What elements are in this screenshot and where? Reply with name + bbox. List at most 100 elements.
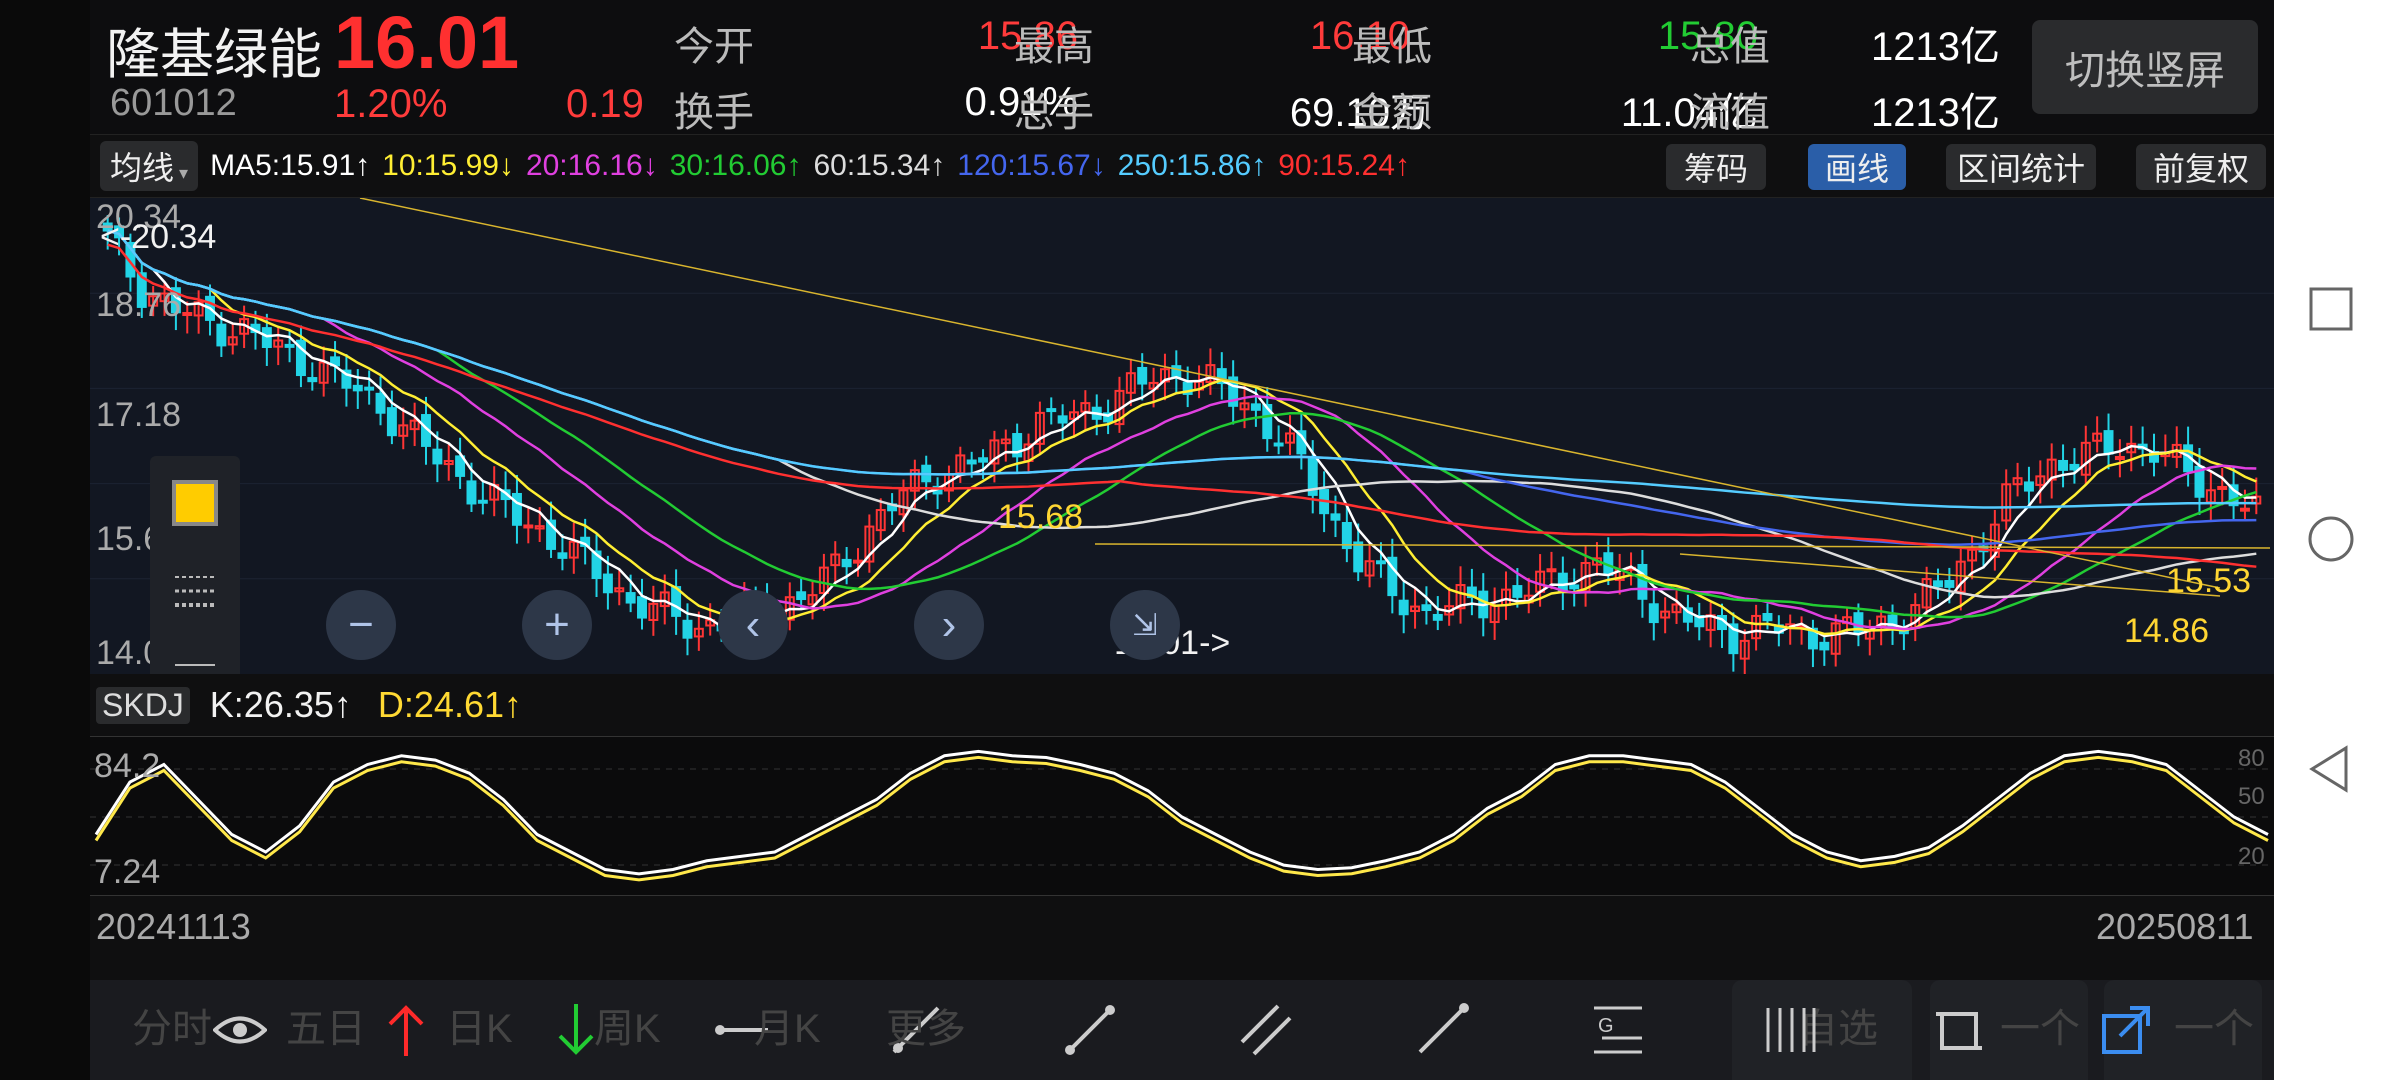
candle-body	[261, 327, 272, 348]
change-amount: 0.19	[566, 82, 644, 126]
kdj-axis-bottom: 7.24	[94, 853, 161, 891]
chevron-right-icon: ›	[941, 600, 957, 649]
ma-item-0: MA5:15.91↑	[210, 149, 371, 182]
kdj-axis-top: 84.2	[94, 747, 161, 785]
candle-body	[284, 343, 295, 348]
candle-body	[1933, 580, 1943, 588]
scroll-right-button[interactable]: ›	[914, 590, 984, 660]
tab-intraday[interactable]: 分时	[132, 996, 212, 1054]
ma-selector[interactable]: 均线 ▾	[100, 141, 199, 191]
candle-body	[841, 558, 852, 568]
volume-label: 总手	[1014, 91, 1094, 135]
candle-body	[1330, 513, 1341, 521]
draw-line-button[interactable]: 画线	[1808, 144, 1906, 190]
plus-icon: +	[544, 600, 570, 649]
system-nav-bar	[2274, 0, 2388, 1080]
kdj-chart[interactable]: 84.2 7.24 80 50 20	[90, 736, 2274, 896]
kdj-axis-50: 50	[2238, 783, 2265, 810]
candle-body	[1250, 403, 1261, 411]
eye-icon[interactable]	[210, 1000, 270, 1060]
chips-button[interactable]: 筹码	[1666, 144, 1766, 190]
up-arrow-icon[interactable]	[376, 1000, 436, 1060]
candle-body	[432, 448, 443, 465]
tab-two-label: 一个	[2174, 1007, 2254, 1051]
candle-body	[602, 573, 613, 594]
candlestick-chart[interactable]: 20.34 18.76 17.18 15.60 14.01 <-20.34 14…	[90, 198, 2274, 674]
stock-name: 隆基绿能	[106, 25, 322, 85]
ma-item-4: 60:15.34↑	[813, 149, 946, 182]
candle-body	[853, 559, 863, 564]
tab-monthly-k[interactable]: 月K	[754, 996, 821, 1054]
line-style-button[interactable]	[168, 564, 222, 618]
high-label: 最高	[1014, 25, 1094, 69]
trend-line-icon[interactable]	[1060, 1000, 1120, 1060]
axis-price-2: 18.76	[96, 286, 182, 324]
gann-tool-icon[interactable]: G	[1588, 1000, 1648, 1060]
scroll-left-button[interactable]: ‹	[718, 590, 788, 660]
kdj-axis-80: 80	[2238, 745, 2265, 772]
home-icon[interactable]	[2306, 514, 2356, 564]
candle-body	[2103, 430, 2114, 455]
tab-more[interactable]: 更多	[886, 996, 966, 1054]
reset-zoom-button[interactable]: ⇲	[1110, 590, 1180, 660]
candle-body	[625, 592, 636, 604]
candle-body	[1375, 560, 1386, 565]
level-1568: 15.68	[998, 498, 1084, 536]
shrink-icon: ⇲	[1132, 608, 1158, 642]
level-1553: 15.53	[2166, 562, 2252, 600]
candle-body	[1398, 599, 1409, 616]
range-stats-button[interactable]: 区间统计	[1946, 144, 2096, 190]
max-price-tag: <-20.34	[100, 218, 217, 256]
start-date: 20241113	[96, 906, 251, 947]
candle-body	[307, 377, 318, 383]
switch-portrait-button[interactable]: 切换竖屏	[2032, 20, 2258, 114]
candle-body	[966, 459, 977, 465]
tab-weekly-k[interactable]: 周K	[594, 996, 661, 1054]
candle-body	[978, 457, 989, 463]
candle-body	[1512, 585, 1523, 598]
stock-code: 601012	[110, 82, 237, 124]
tab-one-label: 一个	[2000, 1007, 2080, 1051]
share-external-icon[interactable]	[2096, 1000, 2156, 1060]
recent-apps-icon[interactable]	[2306, 284, 2356, 334]
candle-body	[1557, 572, 1568, 592]
candle-body	[466, 480, 477, 505]
float-cap-label: 流值	[1690, 91, 1770, 135]
tab-daily-k[interactable]: 日K	[446, 996, 513, 1054]
ma-item-7: 90:15.24↑	[1278, 149, 1410, 182]
trend-line-drawn[interactable]	[359, 198, 2221, 589]
ma120-line	[107, 229, 2257, 546]
segment-line-icon[interactable]	[1412, 1000, 1472, 1060]
crop-frame-icon[interactable]	[1928, 1000, 1988, 1060]
candle-body	[523, 524, 534, 529]
parallel-line-icon[interactable]	[1236, 1000, 1296, 1060]
level-1486: 14.86	[2124, 612, 2210, 650]
kline-svg	[90, 198, 2274, 674]
dashed-lines-icon	[175, 576, 215, 607]
indicator-name[interactable]: SKDJ	[96, 686, 190, 724]
ma-values: MA5:15.91↑ 10:15.99↓ 20:16.16↓ 30:16.06↑ 60:…	[198, 149, 1410, 183]
candle-body	[1637, 563, 1648, 600]
ma-item-5: 120:15.67↓	[957, 149, 1106, 182]
back-icon[interactable]	[2306, 744, 2356, 794]
turnover-label: 换手	[674, 91, 754, 135]
forward-adjust-button[interactable]: 前复权	[2136, 144, 2266, 190]
vertical-lines-icon[interactable]	[1760, 1000, 1820, 1060]
zoom-in-button[interactable]: +	[522, 590, 592, 660]
candle-body	[2069, 463, 2080, 471]
horizontal-level-line[interactable]	[1094, 543, 2271, 549]
zoom-out-button[interactable]: −	[326, 590, 396, 660]
candle-body	[511, 492, 522, 526]
kdj-d-value: D:24.61↑	[377, 684, 522, 725]
tab-watchlist[interactable]: 自选	[1732, 980, 1912, 1080]
date-axis: 20241113 20250811	[90, 896, 2274, 962]
candle-body	[1421, 604, 1432, 612]
candle-body	[557, 552, 568, 559]
candle-body	[1171, 365, 1182, 379]
color-picker-button[interactable]	[168, 476, 222, 530]
chevron-left-icon: ‹	[745, 600, 761, 649]
tab-five-day[interactable]: 五日	[286, 996, 366, 1054]
candle-body	[1057, 415, 1068, 424]
axis-price-3: 17.18	[96, 396, 182, 434]
candle-body	[1819, 641, 1830, 651]
